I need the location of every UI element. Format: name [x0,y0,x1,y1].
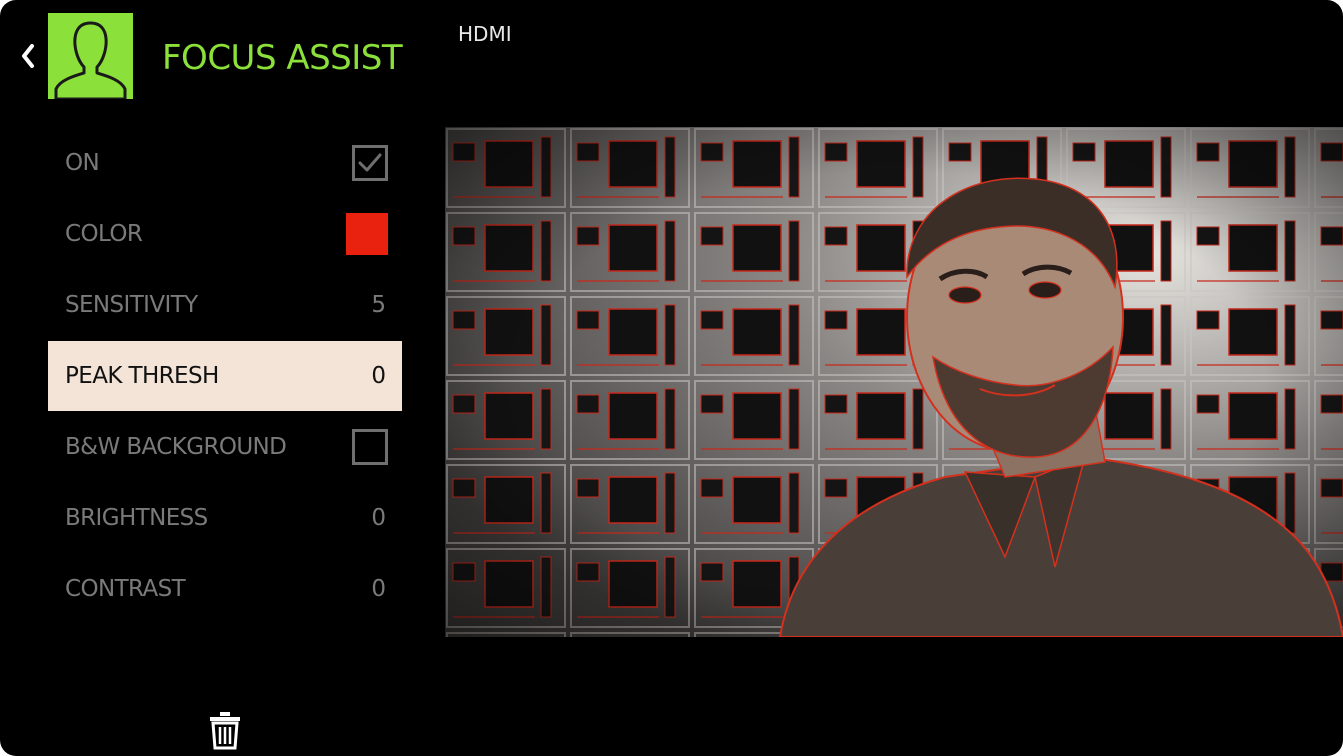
color-swatch[interactable] [346,213,388,255]
menu-item-label: CONTRAST [65,576,186,602]
checkmark-icon [358,153,382,172]
person-silhouette-icon [48,13,133,99]
menu-item-sensitivity[interactable]: SENSITIVITY 5 [48,270,402,340]
menu-item-bw-background[interactable]: B&W BACKGROUND [48,412,402,482]
monitor-screen: FOCUS ASSIST HDMI ON COLOR SENSITIVITY 5… [0,0,1343,756]
page-title: FOCUS ASSIST [162,38,403,78]
chevron-left-icon [22,44,34,68]
menu-item-label: ON [65,150,100,176]
trash-icon [210,712,240,750]
back-button[interactable] [14,38,42,74]
bw-background-checkbox[interactable] [352,429,388,465]
menu-item-label: BRIGHTNESS [65,505,208,531]
menu-item-label: PEAK THRESH [65,363,219,389]
menu-item-label: B&W BACKGROUND [65,434,287,460]
menu-item-peak-thresh[interactable]: PEAK THRESH 0 [48,341,402,411]
input-source-label: HDMI [458,22,512,46]
menu-item-color[interactable]: COLOR [48,199,402,269]
menu-item-value: 0 [371,505,386,531]
menu-item-contrast[interactable]: CONTRAST 0 [48,554,402,624]
menu-item-value: 0 [371,576,386,602]
menu-item-on[interactable]: ON [48,128,402,198]
menu-item-brightness[interactable]: BRIGHTNESS 0 [48,483,402,553]
menu-item-value: 0 [371,363,386,389]
delete-button[interactable] [207,710,243,750]
menu-item-label: COLOR [65,221,143,247]
menu-item-value: 5 [371,292,386,318]
menu-item-label: SENSITIVITY [65,292,198,318]
on-checkbox[interactable] [352,145,388,181]
video-preview [445,127,1343,637]
